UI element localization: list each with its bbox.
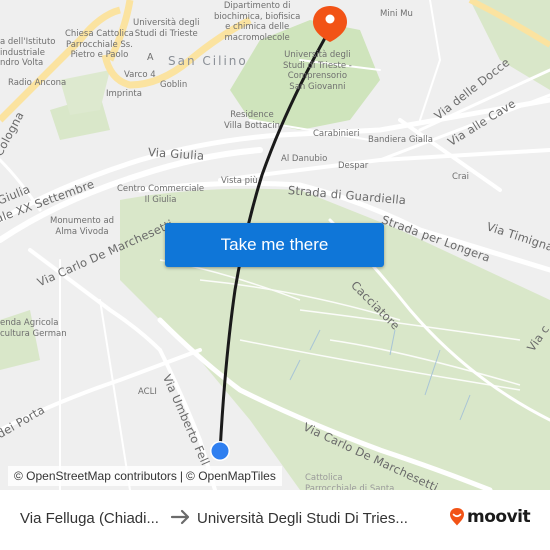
road-via-giulia: Via Giulia bbox=[147, 145, 205, 163]
poi-despar: Despar bbox=[338, 161, 369, 171]
destination-stop-name: Università Degli Studi Di Tries... bbox=[197, 510, 408, 527]
route-footer: Via Felluga (Chiadi... Università Degli … bbox=[0, 490, 550, 550]
poi-a: A bbox=[147, 52, 154, 63]
moovit-wordmark: moovit bbox=[467, 507, 531, 527]
poi-radio-ancona: Radio Ancona bbox=[8, 78, 67, 88]
map-attribution: © OpenStreetMap contributors | © OpenMap… bbox=[8, 466, 282, 486]
poi-al-danubio: Al Danubio bbox=[281, 154, 328, 164]
district-san-cilino: San Cilino bbox=[168, 54, 248, 68]
poi-bandiera-gialla: Bandiera Gialla bbox=[368, 135, 433, 145]
origin-dot-icon[interactable] bbox=[210, 441, 230, 461]
poi-monumento: Monumento ad Alma Vivoda bbox=[50, 216, 115, 237]
poi-carabinieri: Carabinieri bbox=[313, 129, 360, 139]
poi-acli: ACLI bbox=[138, 387, 157, 397]
attribution-separator: | bbox=[179, 469, 184, 483]
origin-stop-name: Via Felluga (Chiadi... bbox=[20, 510, 159, 527]
poi-istituto: a dell'Istituto industriale ndro Volta bbox=[0, 37, 56, 68]
poi-varco4: Varco 4 bbox=[124, 70, 156, 80]
poi-residence: Residence Villa Bottacin bbox=[224, 110, 280, 131]
moovit-pin-icon bbox=[450, 508, 464, 526]
poi-azienda: enda Agricola cultura German bbox=[0, 318, 67, 339]
poi-mini-mu: Mini Mu bbox=[380, 9, 413, 19]
take-me-there-button[interactable]: Take me there bbox=[165, 223, 384, 267]
arrow-right-icon bbox=[170, 509, 190, 525]
moovit-logo[interactable]: moovit bbox=[449, 507, 531, 527]
poi-cattolica-bottom: Cattolica Parrocchiale di Santa bbox=[305, 473, 395, 490]
poi-centro-commerciale: Centro Commerciale Il Giulia bbox=[117, 184, 205, 205]
poi-vista-piu: Vista più bbox=[221, 176, 258, 186]
poi-crai: Crai bbox=[452, 172, 469, 182]
poi-goblin: Goblin bbox=[160, 80, 188, 90]
poi-universita-campus: Università degli Studi di Trieste - Comp… bbox=[283, 50, 352, 92]
poi-universita-top: Università degli Studi di Trieste bbox=[133, 18, 200, 39]
poi-imprinta: Imprinta bbox=[106, 89, 142, 99]
poi-chiesa: Chiesa Cattolica Parrocchiale Ss. Pietro… bbox=[65, 29, 134, 60]
map-view[interactable]: Dipartimento di biochimica, biofisica e … bbox=[0, 0, 550, 490]
omt-attribution-link[interactable]: © OpenMapTiles bbox=[186, 469, 276, 483]
poi-dipartimento: Dipartimento di biochimica, biofisica e … bbox=[214, 1, 301, 43]
osm-attribution-link[interactable]: © OpenStreetMap contributors bbox=[14, 469, 177, 483]
